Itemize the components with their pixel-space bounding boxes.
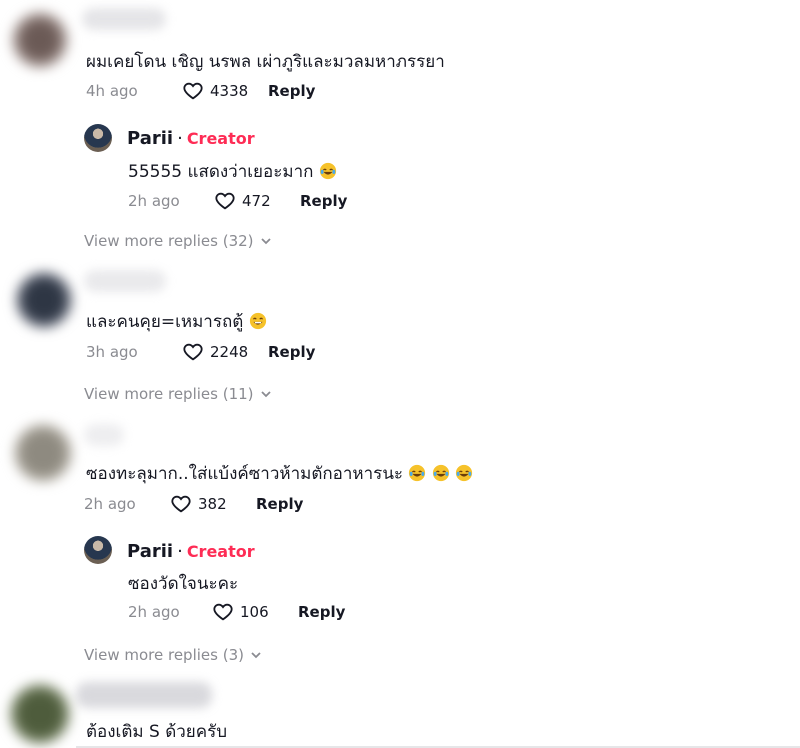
commenter-name-blurred [84,424,124,446]
commenter-avatar[interactable] [10,684,70,744]
view-more-replies[interactable]: View more replies (3) [84,646,262,664]
separator-dot: · [177,541,183,562]
like-count: 472 [242,192,271,210]
creator-avatar[interactable] [84,536,112,564]
laughing-tears-emoji-icon [319,162,336,180]
like-count: 4338 [210,82,249,100]
reply-author-name[interactable]: Parii [127,128,173,149]
creator-avatar[interactable] [84,124,112,152]
comment-time: 4h ago [86,82,138,100]
comment-meta: 4h ago 4338 Reply [86,80,315,102]
laughing-tears-emoji-icon [456,464,473,482]
reply-button[interactable]: Reply [300,192,347,210]
reply-author-name[interactable]: Parii [127,541,173,562]
heart-outline-icon [215,192,235,210]
comment-text: ต้องเติม S ด้วยครับ [86,722,228,742]
commenter-name-blurred [76,682,212,708]
comment-meta: 2h ago 382 Reply [84,493,303,515]
comment-text: ซองทะลุมาก..ใส่แบ้งค์ซาวห้ามตักอาหารนะ [86,460,473,487]
like-button[interactable]: 472 [214,190,300,212]
chevron-down-icon [260,238,271,245]
creator-badge: Creator [186,542,255,561]
reply-text: ซองวัดใจนะคะ [128,574,239,594]
like-button[interactable]: 382 [170,493,256,515]
heart-outline-icon [183,82,203,100]
reply-button[interactable]: Reply [268,82,315,100]
like-button[interactable]: 106 [212,601,298,623]
reply-meta: 2h ago 106 Reply [128,601,345,623]
comment-meta: 3h ago 2248 Reply [86,341,315,363]
reply-time: 2h ago [128,192,180,210]
commenter-avatar[interactable] [12,12,68,68]
creator-badge: Creator [186,129,255,148]
reply-button[interactable]: Reply [268,343,315,361]
commenter-avatar[interactable] [14,424,72,482]
view-more-replies[interactable]: View more replies (32) [84,232,272,250]
like-button[interactable]: 4338 [182,80,268,102]
view-more-replies[interactable]: View more replies (11) [84,385,272,403]
like-count: 2248 [210,343,249,361]
reply-text: 55555 แสดงว่าเยอะมาก [128,158,337,185]
heart-outline-icon [171,495,191,513]
laughing-tears-emoji-icon [432,464,449,482]
chevron-down-icon [251,652,261,659]
heart-outline-icon [183,343,203,361]
comment-text: ผมเคยโดน เชิญ นรพล เผ่าภูริและมวลมหาภรรย… [86,52,445,72]
reply-header: Parii · Creator [127,128,255,149]
reply-header: Parii · Creator [127,541,255,562]
separator-dot: · [177,128,183,149]
chevron-down-icon [260,391,271,398]
like-button[interactable]: 2248 [182,341,268,363]
comment-time: 3h ago [86,343,138,361]
like-count: 382 [198,495,227,513]
laughing-tears-emoji-icon [409,464,426,482]
grinning-sweat-emoji-icon [249,312,266,330]
reply-button[interactable]: Reply [256,495,303,513]
comment-text: และคนคุย=เหมารถตู้ [86,308,267,335]
reply-button[interactable]: Reply [298,603,345,621]
heart-outline-icon [213,603,233,621]
reply-meta: 2h ago 472 Reply [128,190,347,212]
comment-time: 2h ago [84,495,136,513]
like-count: 106 [240,603,269,621]
commenter-name-blurred [82,8,166,30]
commenter-name-blurred [84,270,166,292]
reply-time: 2h ago [128,603,180,621]
commenter-avatar[interactable] [16,272,72,328]
